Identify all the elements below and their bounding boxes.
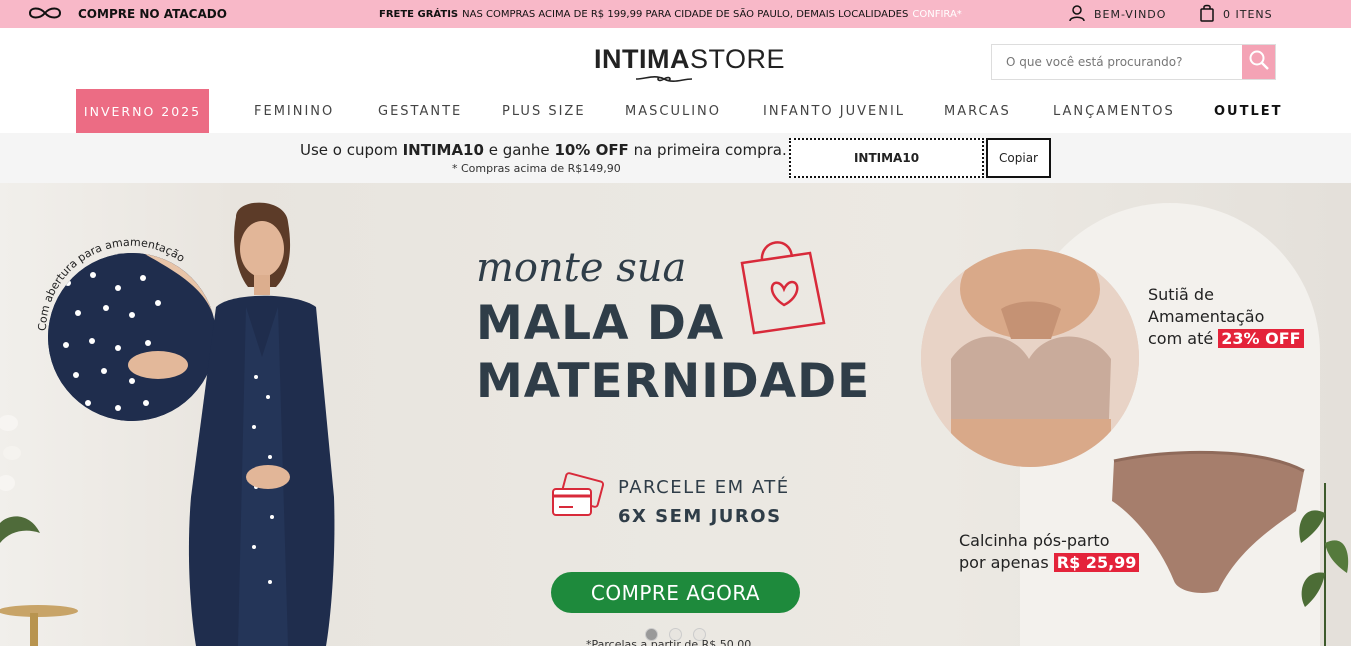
circle-caption: Com abertura para amamentação: [36, 236, 187, 332]
store-logo[interactable]: INTIMASTORE: [594, 44, 785, 88]
coupon-msg-code: INTIMA10: [402, 141, 484, 159]
account-link[interactable]: BEM-VINDO: [1068, 0, 1166, 28]
coupon-code-box[interactable]: INTIMA10: [789, 138, 984, 178]
nav-item-masculino[interactable]: MASCULINO: [625, 89, 721, 133]
wholesale-link[interactable]: COMPRE NO ATACADO: [26, 0, 227, 28]
headline-line-2: MATERNIDADE: [476, 354, 871, 409]
shipping-banner: FRETE GRÁTIS NAS COMPRAS ACIMA DE R$ 199…: [379, 0, 962, 28]
postpartum-panty-photo: [1112, 450, 1305, 593]
search-bar: [991, 44, 1276, 80]
coupon-msg-discount: 10% OFF: [554, 141, 629, 159]
headline-script: monte sua: [476, 245, 687, 291]
bra-line-2: Amamentação: [1148, 307, 1265, 326]
model-photo: [188, 202, 335, 646]
bra-promo-text: Sutiã de Amamentação com até 23% OFF: [1148, 284, 1304, 350]
nav-item-feminino[interactable]: FEMININO: [254, 89, 334, 133]
nav-item-gestante[interactable]: GESTANTE: [378, 89, 462, 133]
coupon-banner: Use o cupom INTIMA10 e ganhe 10% OFF na …: [0, 133, 1351, 183]
logo-wordmark: INTIMASTORE: [594, 44, 785, 75]
shop-now-button[interactable]: COMPRE AGORA: [551, 572, 800, 613]
bra-line-3: com até 23% OFF: [1148, 328, 1304, 350]
cart-link[interactable]: 0 ITENS: [1199, 0, 1273, 28]
user-icon: [1068, 4, 1086, 25]
shopping-bag-icon: [1199, 4, 1215, 25]
logo-bold: INTIMA: [594, 44, 690, 74]
cart-count-label: 0 ITENS: [1223, 7, 1273, 21]
shopping-bag-heart-icon: [740, 241, 826, 335]
plant-decoration: [1299, 483, 1349, 646]
hero-banner[interactable]: Com abertura para amamentação monte sua …: [0, 183, 1351, 646]
nav-item-plus-size[interactable]: PLUS SIZE: [502, 89, 586, 133]
installments-text: PARCELE EM ATÉ 6X SEM JUROS: [618, 473, 790, 531]
installments-footnote: *Parcelas a partir de R$ 50,00: [586, 638, 752, 646]
orchid-decoration: [0, 415, 40, 543]
panty-line-2: por apenas R$ 25,99: [959, 552, 1140, 574]
logo-infinity-icon: [635, 76, 693, 82]
shipping-link[interactable]: CONFIRA*: [912, 9, 961, 20]
nav-item-lancamentos[interactable]: LANÇAMENTOS: [1053, 89, 1175, 133]
nav-item-infanto-juvenil[interactable]: INFANTO JUVENIL: [763, 89, 905, 133]
nav-item-inverno-2025[interactable]: INVERNO 2025: [76, 89, 209, 133]
panty-line-2-prefix: por apenas: [959, 553, 1054, 572]
bra-line-1: Sutiã de: [1148, 285, 1214, 304]
svg-text:Com abertura para amamentação: Com abertura para amamentação: [36, 236, 187, 332]
copy-coupon-button[interactable]: Copiar: [986, 138, 1051, 178]
shipping-bold: FRETE GRÁTIS: [379, 8, 459, 20]
top-bar: COMPRE NO ATACADO FRETE GRÁTIS NAS COMPR…: [0, 0, 1351, 28]
panty-price-tag: R$ 25,99: [1053, 553, 1140, 572]
welcome-label: BEM-VINDO: [1094, 7, 1167, 21]
coupon-message: Use o cupom INTIMA10 e ganhe 10% OFF na …: [300, 141, 787, 159]
coupon-note: * Compras acima de R$149,90: [452, 162, 621, 175]
logo-light: STORE: [689, 44, 786, 74]
shipping-text: NAS COMPRAS ACIMA DE R$ 199,99 PARA CIDA…: [462, 8, 909, 20]
panty-promo-text: Calcinha pós-parto por apenas R$ 25,99: [959, 530, 1140, 574]
coupon-msg-suffix: na primeira compra.: [628, 141, 787, 159]
coupon-msg-middle: e ganhe: [483, 141, 555, 159]
installments-line-2: 6X SEM JUROS: [618, 506, 782, 527]
nav-item-marcas[interactable]: MARCAS: [944, 89, 1011, 133]
panty-line-1: Calcinha pós-parto: [959, 531, 1110, 550]
credit-card-icon: [552, 472, 605, 516]
side-table-decoration: [0, 603, 80, 646]
wholesale-label: COMPRE NO ATACADO: [78, 7, 227, 21]
installments-line-1: PARCELE EM ATÉ: [618, 477, 790, 498]
bra-line-3-prefix: com até: [1148, 329, 1219, 348]
infinity-icon: [26, 7, 64, 22]
nav-item-outlet[interactable]: OUTLET: [1214, 89, 1283, 133]
coupon-msg-prefix: Use o cupom: [300, 141, 403, 159]
search-input[interactable]: [992, 45, 1242, 79]
nursing-bra-photo: [921, 249, 1139, 467]
search-icon: [1248, 49, 1270, 75]
main-nav: INVERNO 2025 FEMININO GESTANTE PLUS SIZE…: [0, 89, 1351, 133]
bra-discount-tag: 23% OFF: [1218, 329, 1304, 348]
search-button[interactable]: [1242, 45, 1275, 79]
